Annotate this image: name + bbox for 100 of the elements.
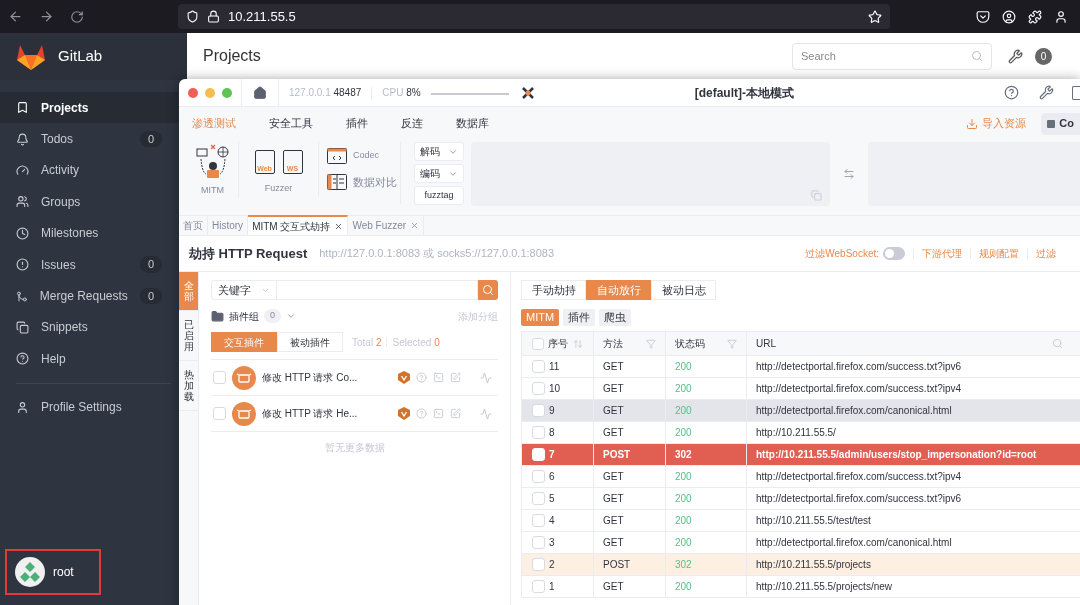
mode-tab[interactable]: 手动劫持 xyxy=(521,280,586,300)
terminal-icon[interactable] xyxy=(433,408,444,419)
table-row[interactable]: 10 GET 200 http://detectportal.firefox.com/success.txt?ipv4 xyxy=(522,378,1080,400)
close-tab-icon[interactable] xyxy=(410,220,420,230)
column-header[interactable]: 方法 xyxy=(594,332,666,355)
sidebar-item[interactable]: Issues 0 xyxy=(0,248,178,281)
table-row[interactable]: 5 GET 200 http://detectportal.firefox.com/success.txt?ipv6 xyxy=(522,488,1080,510)
table-row[interactable]: 1 GET 200 http://10.211.55.5/projects/new xyxy=(522,576,1080,598)
minimize-window-icon[interactable] xyxy=(205,87,215,98)
table-row[interactable]: 3 GET 200 http://detectportal.firefox.com/canonical.html xyxy=(522,532,1080,554)
source-filter-tag[interactable]: 插件 xyxy=(563,309,596,326)
maximize-window-icon[interactable] xyxy=(222,87,232,98)
chevron-down-icon[interactable] xyxy=(286,311,296,321)
table-row[interactable]: 8 GET 200 http://10.211.55.5/ xyxy=(522,422,1080,444)
menu-tab[interactable]: 数据库 xyxy=(456,115,489,132)
page-tab[interactable]: 首页 xyxy=(179,215,208,235)
table-row[interactable]: 6 GET 200 http://detectportal.firefox.com/success.txt?ipv4 xyxy=(522,466,1080,488)
home-icon[interactable] xyxy=(253,85,267,100)
close-window-icon[interactable] xyxy=(188,87,198,98)
keyword-select[interactable]: 关键字 xyxy=(211,280,277,300)
bookmark-star-icon[interactable] xyxy=(868,9,882,24)
page-tab[interactable]: MITM 交互式劫持 xyxy=(248,215,349,235)
menu-tab[interactable]: 插件 xyxy=(346,115,368,132)
column-header[interactable]: 序号 xyxy=(522,332,594,355)
checkbox[interactable] xyxy=(532,426,545,439)
plugin-type-tab[interactable]: 被动插件 xyxy=(277,332,343,352)
table-row[interactable]: 2 POST 302 http://10.211.55.5/projects xyxy=(522,554,1080,576)
search-button[interactable] xyxy=(478,280,498,300)
selected-count: Selected 0 xyxy=(392,335,440,350)
edit-icon[interactable] xyxy=(450,372,461,383)
table-cell-text: http://detectportal.firefox.com/success.txt?ipv6 xyxy=(756,492,962,506)
filter-icon[interactable] xyxy=(727,338,737,349)
sidebar-item[interactable]: Snippets xyxy=(0,311,178,344)
checkbox[interactable] xyxy=(532,404,545,417)
sidebar-item[interactable]: Groups xyxy=(0,186,178,218)
keyword-input[interactable] xyxy=(277,280,478,300)
data-compare-tool[interactable]: 数据对比 xyxy=(327,174,400,191)
sidebar-item[interactable]: Activity xyxy=(0,154,178,187)
close-tab-icon[interactable] xyxy=(334,221,344,231)
panel-icon[interactable] xyxy=(1072,85,1080,100)
menu-tab[interactable]: 反连 xyxy=(401,115,423,132)
column-header[interactable]: 状态码 xyxy=(666,332,747,355)
account-icon[interactable] xyxy=(1002,9,1016,24)
table-cell-text: 200 xyxy=(675,360,692,374)
table-row[interactable]: 4 GET 200 http://10.211.55.5/test/test xyxy=(522,510,1080,532)
checkbox[interactable] xyxy=(532,360,545,373)
input-field[interactable] xyxy=(471,142,830,206)
sidebar-item[interactable]: Profile Settings xyxy=(0,391,178,423)
codec-tool[interactable]: Codec xyxy=(327,148,400,164)
source-filter-tag[interactable]: 爬虫 xyxy=(599,309,632,326)
checkbox[interactable] xyxy=(532,558,545,571)
pocket-icon[interactable] xyxy=(976,9,990,24)
checkbox[interactable] xyxy=(532,514,545,527)
checkbox[interactable] xyxy=(532,580,545,593)
sidebar-item[interactable]: Todos 0 xyxy=(0,123,178,155)
filter-icon[interactable] xyxy=(646,338,656,349)
checkbox[interactable] xyxy=(532,470,545,483)
user-button[interactable]: root xyxy=(5,549,101,595)
count-badge: 0 xyxy=(139,256,162,273)
copy-icon[interactable] xyxy=(811,190,822,201)
address-bar[interactable]: 10.211.55.5 xyxy=(178,4,890,29)
search-field[interactable]: Search xyxy=(792,42,992,70)
sidebar-item[interactable]: Milestones xyxy=(0,217,178,249)
profile-icon[interactable] xyxy=(1054,9,1068,24)
activity-icon[interactable] xyxy=(480,407,492,420)
table-row[interactable]: 7 POST 302 http://10.211.55.5/admin/users/stop_impersonation?id=root xyxy=(522,444,1080,466)
table-row[interactable]: 11 GET 200 http://detectportal.firefox.com/success.txt?ipv6 xyxy=(522,356,1080,378)
edit-icon[interactable] xyxy=(450,408,461,419)
sidebar-item[interactable]: Merge Requests 0 xyxy=(0,280,178,312)
checkbox[interactable] xyxy=(532,536,545,549)
checkbox[interactable] xyxy=(532,382,545,395)
terminal-icon[interactable] xyxy=(433,372,444,383)
sidebar-item-icon xyxy=(16,163,29,177)
proxy-address-hint: http://127.0.0.1:8083 或 socks5://127.0.0.1:8083 xyxy=(319,246,555,262)
checkbox[interactable] xyxy=(532,492,545,505)
cut-off-button[interactable]: Co xyxy=(1041,112,1080,135)
menu-tab[interactable]: 安全工具 xyxy=(269,115,313,132)
checkbox[interactable] xyxy=(213,371,226,384)
checkbox[interactable] xyxy=(213,407,226,420)
encode-dropdown[interactable]: 编码 xyxy=(414,164,464,183)
sidebar-item[interactable]: Help xyxy=(0,343,178,375)
reload-icon[interactable] xyxy=(70,9,84,24)
extensions-icon[interactable] xyxy=(1028,9,1042,24)
admin-wrench-icon[interactable] xyxy=(1008,48,1023,64)
mode-tab[interactable]: 被动日志 xyxy=(651,280,716,300)
swap-icon[interactable] xyxy=(843,168,855,180)
back-icon[interactable] xyxy=(8,9,23,24)
fuzztag-button[interactable]: fuzztag xyxy=(414,186,464,205)
sort-icon[interactable] xyxy=(573,338,583,349)
decode-dropdown[interactable]: 解码 xyxy=(414,142,464,161)
websocket-toggle[interactable] xyxy=(883,247,905,260)
help-icon[interactable] xyxy=(1004,85,1019,100)
forward-icon[interactable] xyxy=(39,9,54,24)
tools-icon[interactable] xyxy=(1039,85,1054,100)
sidebar-item[interactable]: Projects xyxy=(0,92,178,124)
table-cell-text: 200 xyxy=(675,382,692,396)
search-icon[interactable] xyxy=(1052,338,1063,349)
table-row[interactable]: 9 GET 200 http://detectportal.firefox.com/canonical.html xyxy=(522,400,1080,422)
activity-icon[interactable] xyxy=(480,371,492,384)
column-header[interactable]: URL xyxy=(747,332,1080,355)
